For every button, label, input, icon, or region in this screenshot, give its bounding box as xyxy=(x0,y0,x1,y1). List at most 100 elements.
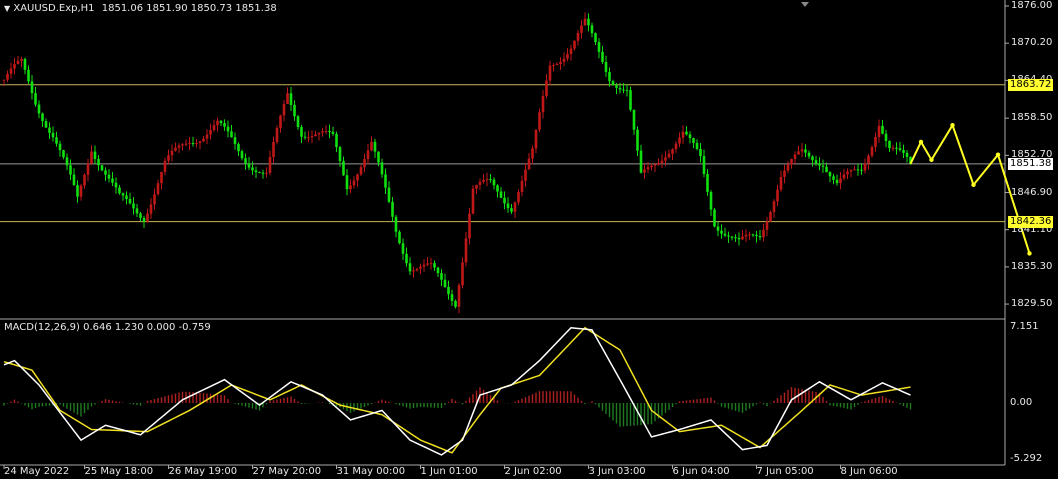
candle xyxy=(202,138,205,142)
candle xyxy=(877,125,881,138)
candle xyxy=(79,185,83,197)
candle xyxy=(30,81,34,94)
candle xyxy=(90,151,93,164)
candle xyxy=(482,179,485,182)
candle xyxy=(457,285,461,307)
candle xyxy=(450,294,454,301)
time-tick-label: 1 Jun 01:00 xyxy=(420,466,478,477)
candle xyxy=(863,163,867,171)
candle xyxy=(797,151,800,155)
candle xyxy=(398,231,401,244)
candle xyxy=(489,179,492,181)
candle xyxy=(16,60,20,65)
candle xyxy=(643,169,646,173)
candle xyxy=(317,132,321,135)
candle xyxy=(244,158,247,164)
candle xyxy=(160,171,163,184)
candle xyxy=(660,160,664,163)
candle xyxy=(702,156,706,174)
chart-window: ▼ XAUUSD.Exp,H1 1851.06 1851.90 1850.73 … xyxy=(0,0,1058,479)
candle xyxy=(699,148,702,157)
candle xyxy=(590,25,594,34)
candle xyxy=(541,95,545,113)
candle xyxy=(443,279,447,287)
candle xyxy=(583,18,587,26)
candle xyxy=(625,90,629,92)
price-chart[interactable] xyxy=(0,0,1058,479)
candle xyxy=(653,164,657,166)
candle xyxy=(884,133,888,141)
candle xyxy=(786,164,790,171)
macd-main-line xyxy=(3,326,911,456)
candle xyxy=(748,234,751,236)
candle xyxy=(517,191,520,203)
candle xyxy=(464,238,468,263)
candle xyxy=(688,134,692,139)
candle xyxy=(195,143,198,145)
candle xyxy=(324,130,328,132)
candle xyxy=(223,123,226,127)
candle xyxy=(114,182,118,188)
candle xyxy=(377,151,380,163)
candle xyxy=(447,286,450,295)
candle xyxy=(359,167,363,175)
candle xyxy=(737,237,741,240)
candle xyxy=(566,54,569,59)
candle xyxy=(839,178,842,184)
candle xyxy=(156,183,160,195)
candle xyxy=(412,270,415,272)
macd-header: MACD(12,26,9) 0.646 1.230 0.000 -0.759 xyxy=(4,322,211,333)
time-tick-label: 2 Jun 02:00 xyxy=(504,466,562,477)
price-level-tag: 1851.38 xyxy=(1008,157,1054,170)
candle xyxy=(492,179,496,186)
candle xyxy=(48,127,51,133)
candle xyxy=(804,149,807,153)
candle xyxy=(356,174,359,181)
candle xyxy=(632,109,636,130)
candle xyxy=(849,169,853,172)
time-tick-label: 27 May 20:00 xyxy=(252,466,322,477)
candle xyxy=(314,134,317,137)
candle xyxy=(100,165,104,171)
candle xyxy=(408,263,412,272)
candle xyxy=(163,160,167,172)
collapse-triangle-icon[interactable]: ▼ xyxy=(4,4,10,13)
candle xyxy=(366,150,370,159)
candle xyxy=(170,150,174,156)
candle xyxy=(2,79,6,81)
candle xyxy=(345,175,349,190)
candle xyxy=(132,203,135,209)
candle xyxy=(618,87,622,90)
candle xyxy=(741,236,744,240)
candle xyxy=(454,300,457,307)
candle xyxy=(188,143,191,145)
candle xyxy=(233,137,237,145)
candle xyxy=(121,193,125,196)
candle xyxy=(55,137,58,144)
price-level-tag: 1842.36 xyxy=(1008,215,1054,228)
candle xyxy=(716,226,720,231)
candle xyxy=(685,131,688,135)
candle xyxy=(111,178,114,183)
candle xyxy=(601,51,604,62)
candle xyxy=(478,181,482,185)
candle xyxy=(468,213,471,239)
candle xyxy=(436,267,440,274)
candle xyxy=(555,63,559,66)
candle xyxy=(611,81,615,86)
candle xyxy=(6,73,9,80)
candle xyxy=(247,163,251,168)
candle xyxy=(440,273,443,280)
candle xyxy=(401,243,405,254)
forecast-arrow-icon xyxy=(1027,251,1032,256)
candle xyxy=(363,158,366,168)
candle xyxy=(534,129,538,149)
candle xyxy=(832,176,835,180)
candle xyxy=(349,185,352,190)
candle xyxy=(758,236,762,238)
candle xyxy=(279,115,282,129)
candle xyxy=(762,229,765,238)
candle xyxy=(422,264,426,267)
candle xyxy=(811,156,814,161)
candle xyxy=(814,160,818,164)
